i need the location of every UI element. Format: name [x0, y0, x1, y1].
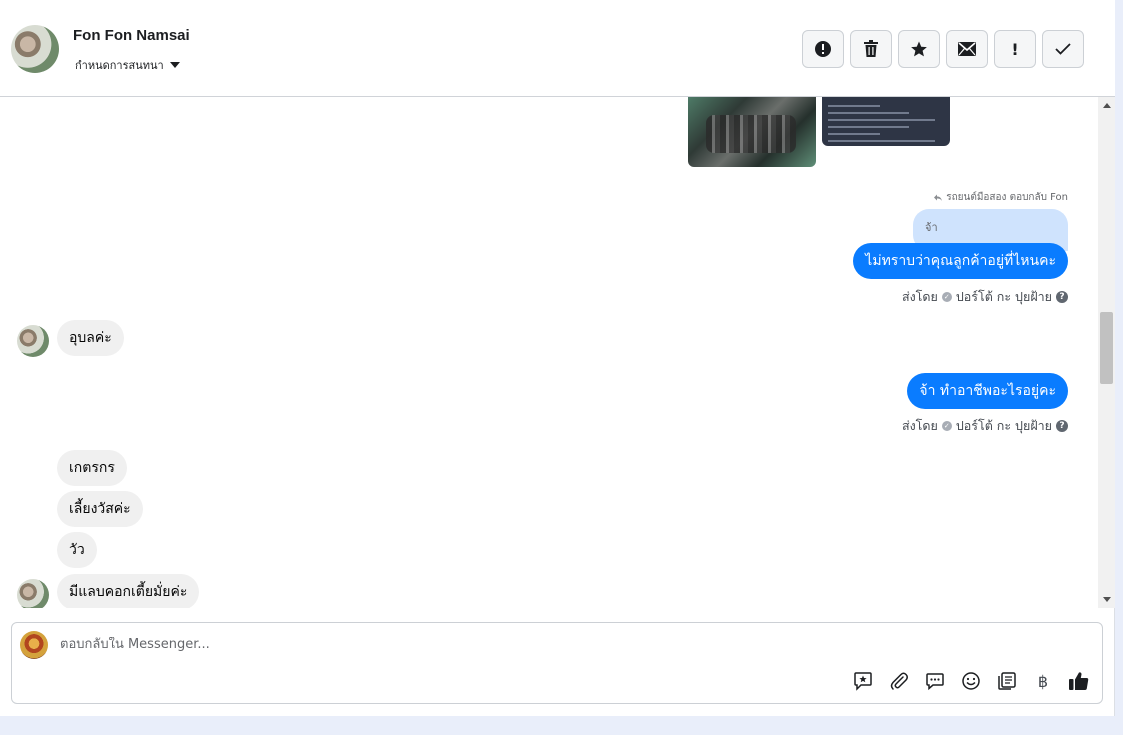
- scroll-down-arrow-icon[interactable]: [1103, 597, 1111, 602]
- important-button[interactable]: !: [994, 30, 1036, 68]
- baht-icon: ฿: [1037, 671, 1049, 691]
- sticker-icon: [854, 672, 872, 691]
- composer-toolbar: ฿: [852, 670, 1090, 692]
- scroll-up-arrow-icon[interactable]: [1103, 103, 1111, 108]
- saved-reply-icon: [998, 672, 1016, 690]
- quick-reply-button[interactable]: [924, 670, 946, 692]
- message-bubble-incoming[interactable]: วัว: [57, 532, 97, 568]
- sent-by-info: ส่งโดย ✓ ปอร์โต้ กะ ปุยฝ้าย ?: [902, 287, 1068, 307]
- sent-by-info: ส่งโดย ✓ ปอร์โต้ กะ ปุยฝ้าย ?: [902, 416, 1068, 436]
- verified-check-icon: ✓: [941, 292, 952, 302]
- reply-arrow-icon: [934, 194, 943, 201]
- header-toolbar: !: [802, 30, 1084, 68]
- sender-name[interactable]: ปอร์โต้ กะ ปุยฝ้าย: [956, 416, 1052, 436]
- sticker-button[interactable]: [852, 670, 874, 692]
- message-bubble-outgoing[interactable]: ไม่ทราบว่าคุณลูกค้าอยู่ที่ไหนคะ: [853, 243, 1068, 279]
- help-icon[interactable]: ?: [1056, 291, 1068, 303]
- attach-button[interactable]: [888, 670, 910, 692]
- emoji-icon: [962, 672, 980, 690]
- chat-bubble-icon: [926, 673, 944, 691]
- check-icon: [1055, 43, 1071, 55]
- sent-by-label: ส่งโดย: [901, 418, 938, 433]
- message-list-scrollbar[interactable]: [1098, 97, 1115, 608]
- message-bubble-incoming[interactable]: มีแลบคอกเตี้ยมั่ยค่ะ: [57, 574, 200, 608]
- star-button[interactable]: [898, 30, 940, 68]
- message-bubble-outgoing[interactable]: จ้า ทำอาชีพอะไรอยู่คะ: [907, 373, 1068, 409]
- message-bubble-incoming[interactable]: อุบลค่ะ: [57, 320, 124, 356]
- sender-name[interactable]: ปอร์โต้ กะ ปุยฝ้าย: [956, 287, 1052, 307]
- message-composer: ฿: [11, 622, 1103, 704]
- mail-button[interactable]: [946, 30, 988, 68]
- paperclip-icon: [890, 672, 908, 690]
- verified-check-icon: ✓: [941, 421, 952, 431]
- help-icon[interactable]: ?: [1056, 420, 1068, 432]
- attachment-image-spec-sheet[interactable]: [822, 97, 950, 146]
- reply-note: รถยนต์มือสอง ตอบกลับ Fon: [934, 190, 1068, 205]
- page-avatar: [20, 631, 48, 659]
- contact-avatar[interactable]: [11, 25, 59, 73]
- scrollbar-thumb[interactable]: [1100, 312, 1113, 384]
- trash-icon: [864, 40, 878, 57]
- contact-avatar-small[interactable]: [17, 579, 49, 608]
- sent-by-label: ส่งโดย: [901, 289, 938, 304]
- conversation-schedule-dropdown[interactable]: กำหนดการสนทนา: [75, 56, 180, 74]
- mail-icon: [958, 42, 976, 56]
- contact-name[interactable]: Fon Fon Namsai: [73, 27, 190, 44]
- done-button[interactable]: [1042, 30, 1084, 68]
- emoji-button[interactable]: [960, 670, 982, 692]
- contact-avatar-small[interactable]: [17, 325, 49, 357]
- like-button[interactable]: [1068, 670, 1090, 692]
- delete-button[interactable]: [850, 30, 892, 68]
- payment-button[interactable]: ฿: [1032, 670, 1054, 692]
- conversation-schedule-label: กำหนดการสนทนา: [75, 59, 164, 72]
- message-list[interactable]: รถยนต์มือสอง ตอบกลับ Fon จ้า ไม่ทราบว่าค…: [0, 97, 1098, 608]
- report-button[interactable]: [802, 30, 844, 68]
- reply-input[interactable]: [60, 637, 860, 652]
- thumbs-up-icon: [1069, 672, 1089, 690]
- reply-note-text: รถยนต์มือสอง ตอบกลับ Fon: [946, 192, 1068, 203]
- saved-reply-button[interactable]: [996, 670, 1018, 692]
- conversation-header: Fon Fon Namsai กำหนดการสนทนา !: [0, 0, 1115, 97]
- exclamation-icon: !: [1011, 39, 1019, 59]
- star-icon: [911, 41, 927, 57]
- caret-down-icon: [169, 62, 180, 68]
- alert-circle-icon: [815, 41, 831, 57]
- message-bubble-incoming[interactable]: เกตรกร: [57, 450, 127, 486]
- attachment-image-engine[interactable]: [688, 97, 816, 167]
- message-bubble-incoming[interactable]: เลี้ยงวัสค่ะ: [57, 491, 143, 527]
- conversation-panel: Fon Fon Namsai กำหนดการสนทนา ! รถยนต์มือ…: [0, 0, 1115, 716]
